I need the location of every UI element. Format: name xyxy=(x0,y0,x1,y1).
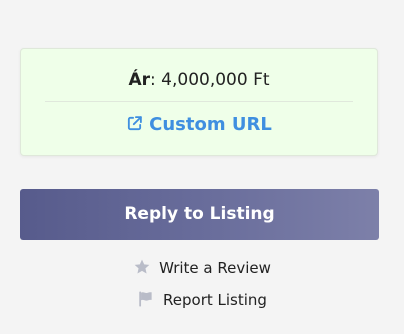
price-label: Ár xyxy=(128,70,151,90)
star-icon xyxy=(134,259,150,274)
report-listing-label: Report Listing xyxy=(163,291,267,309)
custom-url-link[interactable]: Custom URL xyxy=(21,113,377,137)
external-link-icon xyxy=(128,116,142,131)
price-value: 4,000,000 Ft xyxy=(161,70,270,90)
report-listing-link[interactable]: Report Listing xyxy=(0,289,404,311)
flag-icon xyxy=(139,291,152,307)
price-card: Ár: 4,000,000 Ft Custom URL xyxy=(20,48,378,156)
custom-url-label: Custom URL xyxy=(149,114,272,135)
reply-to-listing-button[interactable]: Reply to Listing xyxy=(20,189,379,240)
write-review-label: Write a Review xyxy=(159,259,271,277)
price-row: Ár: 4,000,000 Ft xyxy=(21,68,377,92)
write-review-link[interactable]: Write a Review xyxy=(0,257,404,279)
divider xyxy=(45,101,353,102)
price-separator: : xyxy=(150,70,162,90)
